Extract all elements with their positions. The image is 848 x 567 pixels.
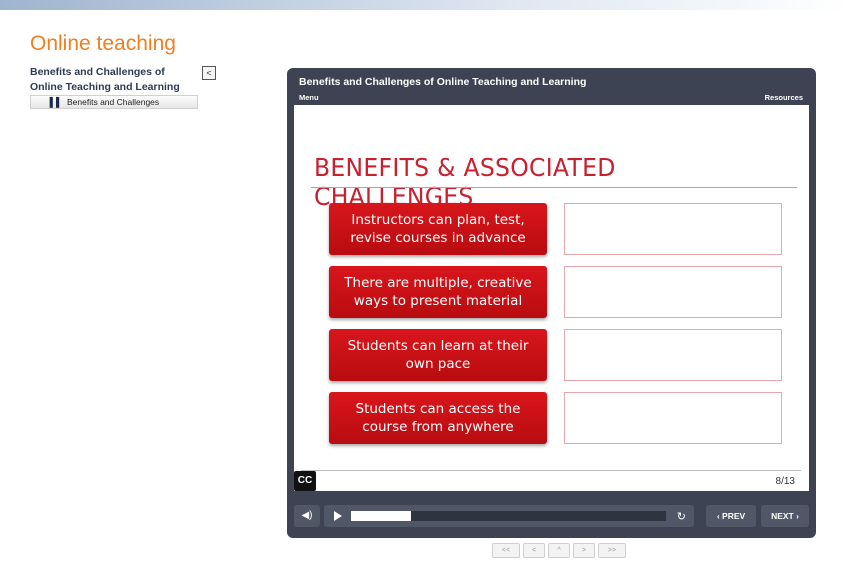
page-navigation: << < ^ > >>	[492, 543, 626, 558]
play-icon[interactable]	[334, 511, 342, 521]
window-top-bar	[0, 0, 848, 10]
outline-panel: Benefits and Challenges of Online Teachi…	[30, 65, 220, 109]
prev-button[interactable]: ‹ PREV	[706, 505, 756, 527]
benefit-card[interactable]: Students can access the course from anyw…	[329, 392, 547, 444]
challenge-drop-zone[interactable]	[564, 203, 782, 255]
page-title: Online teaching	[30, 32, 176, 55]
challenge-drop-zone[interactable]	[564, 392, 782, 444]
benefit-card[interactable]: Instructors can plan, test, revise cours…	[329, 203, 547, 255]
challenge-drop-zone[interactable]	[564, 266, 782, 318]
volume-icon[interactable]: ◀)	[294, 505, 320, 527]
collapse-outline-button[interactable]: <	[202, 66, 216, 80]
outline-title: Benefits and Challenges of Online Teachi…	[30, 66, 180, 93]
slide-counter: 8/13	[775, 476, 795, 487]
first-page-button[interactable]: <<	[492, 543, 520, 558]
benefit-row: There are multiple, creative ways to pre…	[329, 266, 782, 318]
player-title: Benefits and Challenges of Online Teachi…	[299, 76, 587, 88]
slide-canvas: BENEFITS & ASSOCIATED CHALLENGES Instruc…	[294, 105, 809, 491]
seekbar[interactable]: ↻	[324, 505, 694, 527]
heading-divider	[311, 187, 797, 188]
benefit-row: Instructors can plan, test, revise cours…	[329, 203, 782, 255]
next-button[interactable]: NEXT ›	[761, 505, 809, 527]
challenge-drop-zone[interactable]	[564, 329, 782, 381]
last-page-button[interactable]: >>	[598, 543, 626, 558]
benefit-card[interactable]: There are multiple, creative ways to pre…	[329, 266, 547, 318]
slide-player: Benefits and Challenges of Online Teachi…	[287, 68, 816, 538]
previous-page-button[interactable]: <	[523, 543, 545, 558]
outline-item-label: Benefits and Challenges	[67, 97, 160, 107]
outline-item-benefits[interactable]: ▌▌ Benefits and Challenges	[30, 95, 198, 109]
bars-icon: ▌▌	[49, 97, 63, 107]
closed-captions-button[interactable]: CC	[294, 471, 316, 491]
benefit-row: Students can learn at their own pace	[329, 329, 782, 381]
seek-progress	[351, 511, 411, 521]
replay-icon[interactable]: ↻	[677, 510, 686, 523]
playback-controls: ◀) ↻ ‹ PREV NEXT ›	[294, 502, 809, 530]
footer-divider	[301, 470, 801, 471]
up-button[interactable]: ^	[548, 543, 570, 558]
menu-tab[interactable]: Menu	[299, 93, 319, 102]
resources-tab[interactable]: Resources	[765, 93, 803, 102]
benefit-row: Students can access the course from anyw…	[329, 392, 782, 444]
benefit-card[interactable]: Students can learn at their own pace	[329, 329, 547, 381]
next-page-button[interactable]: >	[573, 543, 595, 558]
